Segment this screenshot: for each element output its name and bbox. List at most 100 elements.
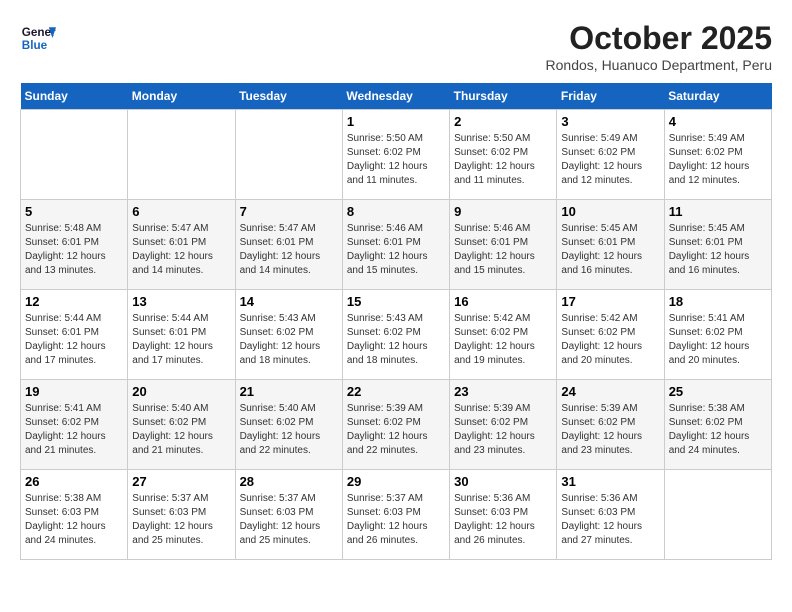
weekday-header-saturday: Saturday [664,83,771,110]
day-info: Sunrise: 5:39 AM Sunset: 6:02 PM Dayligh… [347,402,445,458]
day-number: 7 [240,204,338,219]
day-number: 10 [561,204,659,219]
day-info: Sunrise: 5:47 AM Sunset: 6:01 PM Dayligh… [132,222,230,278]
day-cell: 27 Sunrise: 5:37 AM Sunset: 6:03 PM Dayli… [128,470,235,560]
day-cell: 29Sunrise: 5:37 AM Sunset: 6:03 PM Dayli… [342,470,449,560]
day-number: 21 [240,384,338,399]
day-number: 1 [347,114,445,129]
day-cell: 28Sunrise: 5:37 AM Sunset: 6:03 PM Dayli… [235,470,342,560]
day-number: 15 [347,294,445,309]
day-cell: 6 Sunrise: 5:47 AM Sunset: 6:01 PM Daylig… [128,200,235,290]
day-number: 2 [454,114,552,129]
day-info: Sunrise: 5:39 AM Sunset: 6:02 PM Dayligh… [561,402,659,458]
page-header: General Blue October 2025 Rondos, Huanuc… [20,20,772,73]
day-cell: 2 Sunrise: 5:50 AM Sunset: 6:02 PM Daylig… [450,110,557,200]
day-cell [128,110,235,200]
day-cell: 30Sunrise: 5:36 AM Sunset: 6:03 PM Dayli… [450,470,557,560]
weekday-header-sunday: Sunday [21,83,128,110]
day-info: Sunrise: 5:39 AM Sunset: 6:02 PM Dayligh… [454,402,552,458]
day-info: Sunrise: 5:45 AM Sunset: 6:01 PM Dayligh… [561,222,659,278]
day-info: Sunrise: 5:43 AM Sunset: 6:02 PM Dayligh… [240,312,338,368]
week-row-2: 5Sunrise: 5:48 AM Sunset: 6:01 PM Daylig… [21,200,772,290]
calendar-table: SundayMondayTuesdayWednesdayThursdayFrid… [20,83,772,560]
week-row-5: 26 Sunrise: 5:38 AM Sunset: 6:03 PM Dayli… [21,470,772,560]
day-cell: 31Sunrise: 5:36 AM Sunset: 6:03 PM Dayli… [557,470,664,560]
location-subtitle: Rondos, Huanuco Department, Peru [546,57,772,73]
day-cell: 11 Sunrise: 5:45 AM Sunset: 6:01 PM Dayli… [664,200,771,290]
day-number: 17 [561,294,659,309]
day-number: 22 [347,384,445,399]
logo-icon: General Blue [20,20,56,56]
day-cell: 18 Sunrise: 5:41 AM Sunset: 6:02 PM Dayli… [664,290,771,380]
day-number: 30 [454,474,552,489]
week-row-4: 19 Sunrise: 5:41 AM Sunset: 6:02 PM Dayli… [21,380,772,470]
day-number: 16 [454,294,552,309]
day-cell: 21 Sunrise: 5:40 AM Sunset: 6:02 PM Dayli… [235,380,342,470]
day-number: 27 [132,474,230,489]
day-info: Sunrise: 5:38 AM Sunset: 6:03 PM Dayligh… [25,492,123,548]
day-number: 13 [132,294,230,309]
day-number: 24 [561,384,659,399]
day-number: 4 [669,114,767,129]
day-cell: 24 Sunrise: 5:39 AM Sunset: 6:02 PM Dayli… [557,380,664,470]
day-cell: 16 Sunrise: 5:42 AM Sunset: 6:02 PM Dayli… [450,290,557,380]
day-number: 11 [669,204,767,219]
day-info: Sunrise: 5:38 AM Sunset: 6:02 PM Dayligh… [669,402,767,458]
day-info: Sunrise: 5:48 AM Sunset: 6:01 PM Dayligh… [25,222,123,278]
day-info: Sunrise: 5:45 AM Sunset: 6:01 PM Dayligh… [669,222,767,278]
day-number: 25 [669,384,767,399]
day-cell: 13Sunrise: 5:44 AM Sunset: 6:01 PM Dayli… [128,290,235,380]
day-info: Sunrise: 5:37 AM Sunset: 6:03 PM Dayligh… [240,492,338,548]
day-info: Sunrise: 5:42 AM Sunset: 6:02 PM Dayligh… [454,312,552,368]
day-info: Sunrise: 5:37 AM Sunset: 6:03 PM Dayligh… [347,492,445,548]
svg-text:Blue: Blue [22,39,48,52]
day-cell: 5Sunrise: 5:48 AM Sunset: 6:01 PM Daylig… [21,200,128,290]
day-cell [21,110,128,200]
month-title: October 2025 [546,20,772,57]
day-info: Sunrise: 5:40 AM Sunset: 6:02 PM Dayligh… [240,402,338,458]
day-info: Sunrise: 5:47 AM Sunset: 6:01 PM Dayligh… [240,222,338,278]
day-cell: 22 Sunrise: 5:39 AM Sunset: 6:02 PM Dayli… [342,380,449,470]
logo: General Blue [20,20,56,56]
day-cell: 15Sunrise: 5:43 AM Sunset: 6:02 PM Dayli… [342,290,449,380]
weekday-header-row: SundayMondayTuesdayWednesdayThursdayFrid… [21,83,772,110]
day-cell: 26 Sunrise: 5:38 AM Sunset: 6:03 PM Dayli… [21,470,128,560]
day-number: 26 [25,474,123,489]
day-number: 9 [454,204,552,219]
day-cell: 19 Sunrise: 5:41 AM Sunset: 6:02 PM Dayli… [21,380,128,470]
day-number: 18 [669,294,767,309]
day-number: 6 [132,204,230,219]
weekday-header-friday: Friday [557,83,664,110]
day-cell [664,470,771,560]
day-cell: 8Sunrise: 5:46 AM Sunset: 6:01 PM Daylig… [342,200,449,290]
day-cell: 17 Sunrise: 5:42 AM Sunset: 6:02 PM Dayli… [557,290,664,380]
day-cell: 4Sunrise: 5:49 AM Sunset: 6:02 PM Daylig… [664,110,771,200]
day-cell: 10 Sunrise: 5:45 AM Sunset: 6:01 PM Dayli… [557,200,664,290]
day-info: Sunrise: 5:44 AM Sunset: 6:01 PM Dayligh… [25,312,123,368]
title-section: October 2025 Rondos, Huanuco Department,… [546,20,772,73]
day-info: Sunrise: 5:41 AM Sunset: 6:02 PM Dayligh… [669,312,767,368]
week-row-1: 1 Sunrise: 5:50 AM Sunset: 6:02 PM Daylig… [21,110,772,200]
day-info: Sunrise: 5:49 AM Sunset: 6:02 PM Dayligh… [561,132,659,188]
day-cell: 20Sunrise: 5:40 AM Sunset: 6:02 PM Dayli… [128,380,235,470]
day-number: 23 [454,384,552,399]
day-cell: 23 Sunrise: 5:39 AM Sunset: 6:02 PM Dayli… [450,380,557,470]
day-cell: 25 Sunrise: 5:38 AM Sunset: 6:02 PM Dayli… [664,380,771,470]
day-info: Sunrise: 5:40 AM Sunset: 6:02 PM Dayligh… [132,402,230,458]
day-number: 19 [25,384,123,399]
day-info: Sunrise: 5:42 AM Sunset: 6:02 PM Dayligh… [561,312,659,368]
weekday-header-tuesday: Tuesday [235,83,342,110]
day-number: 14 [240,294,338,309]
day-info: Sunrise: 5:37 AM Sunset: 6:03 PM Dayligh… [132,492,230,548]
day-cell: 7 Sunrise: 5:47 AM Sunset: 6:01 PM Daylig… [235,200,342,290]
day-info: Sunrise: 5:50 AM Sunset: 6:02 PM Dayligh… [454,132,552,188]
day-number: 3 [561,114,659,129]
day-number: 12 [25,294,123,309]
day-cell [235,110,342,200]
day-cell: 1Sunrise: 5:50 AM Sunset: 6:02 PM Daylig… [342,110,449,200]
weekday-header-wednesday: Wednesday [342,83,449,110]
day-number: 31 [561,474,659,489]
day-cell: 3 Sunrise: 5:49 AM Sunset: 6:02 PM Daylig… [557,110,664,200]
day-number: 8 [347,204,445,219]
day-info: Sunrise: 5:41 AM Sunset: 6:02 PM Dayligh… [25,402,123,458]
